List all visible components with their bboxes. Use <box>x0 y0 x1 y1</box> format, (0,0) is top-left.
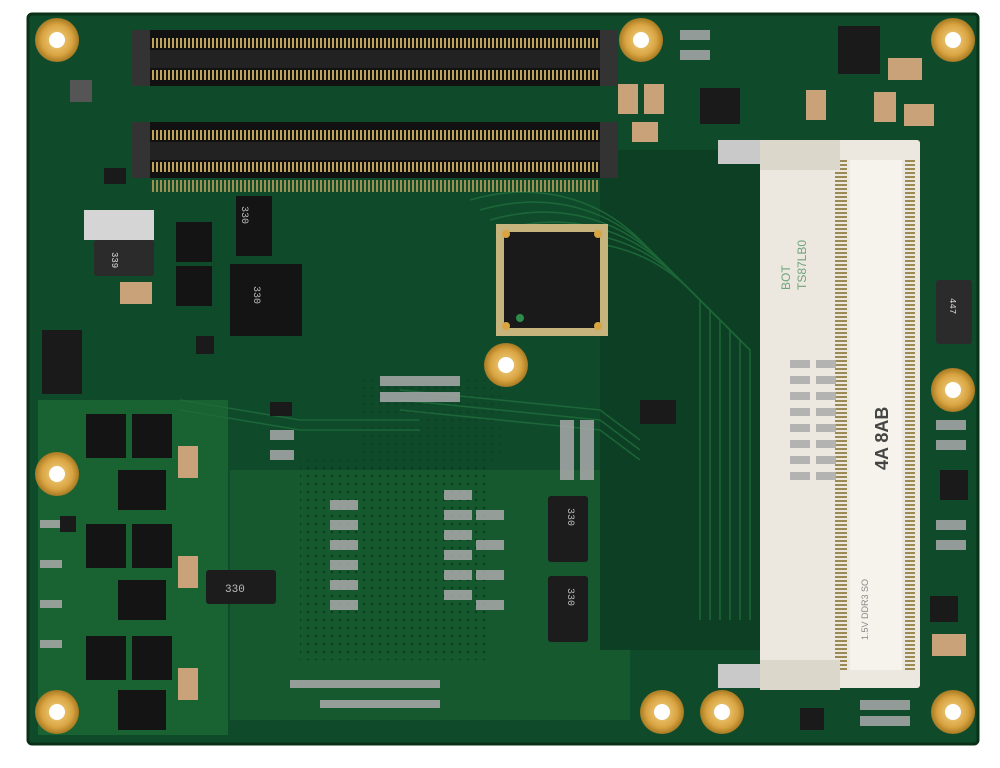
mount-hole <box>640 690 684 734</box>
qfp-chip <box>496 224 608 336</box>
mount-hole <box>931 690 975 734</box>
cap-label-2: 330 <box>564 508 575 526</box>
mount-hole <box>619 18 663 62</box>
side-label: BOT <box>779 265 793 290</box>
ic-right-low <box>930 596 958 622</box>
connector-top-2 <box>132 122 618 178</box>
ic-left-soic <box>42 330 82 394</box>
small-qfn-2 <box>196 336 214 354</box>
connector-pads-row <box>150 180 600 192</box>
small-cap-label-1: 339 <box>109 252 119 268</box>
ic-right-top <box>838 26 880 74</box>
small-ic-top-2 <box>70 80 92 102</box>
mount-hole <box>931 18 975 62</box>
mount-hole <box>700 690 744 734</box>
cap-label-5: 330 <box>238 206 249 224</box>
small-qfn <box>60 516 76 532</box>
mount-hole <box>931 368 975 412</box>
ic-right-small <box>700 88 740 124</box>
ic-bottom <box>800 708 824 730</box>
board-code-label: TS87LB0 <box>795 240 809 290</box>
mount-hole <box>35 452 79 496</box>
cap-label-3: 330 <box>564 588 575 606</box>
small-sot <box>270 402 292 416</box>
small-cap-label-2: 447 <box>947 298 957 314</box>
cap-label-4: 330 <box>250 286 261 304</box>
socket-code-label: 4A 8AB <box>872 407 892 470</box>
mount-hole <box>484 343 528 387</box>
ram-spec-label: 1.5V DDR3 SO <box>860 579 870 640</box>
sot-chip <box>640 400 676 424</box>
smd-module-top <box>84 210 154 240</box>
cap-label-1: 330 <box>225 584 245 596</box>
small-ic-top <box>104 168 126 184</box>
mount-hole <box>35 18 79 62</box>
pcb-photo: 4A 8AB 1.5V DDR3 SO BOT TS87LB0 330 330 … <box>0 0 1000 764</box>
mount-hole <box>35 690 79 734</box>
ic-right-mid <box>940 470 968 500</box>
com-express-board: 4A 8AB 1.5V DDR3 SO BOT TS87LB0 330 330 … <box>26 12 980 746</box>
connector-top-1 <box>132 30 618 86</box>
